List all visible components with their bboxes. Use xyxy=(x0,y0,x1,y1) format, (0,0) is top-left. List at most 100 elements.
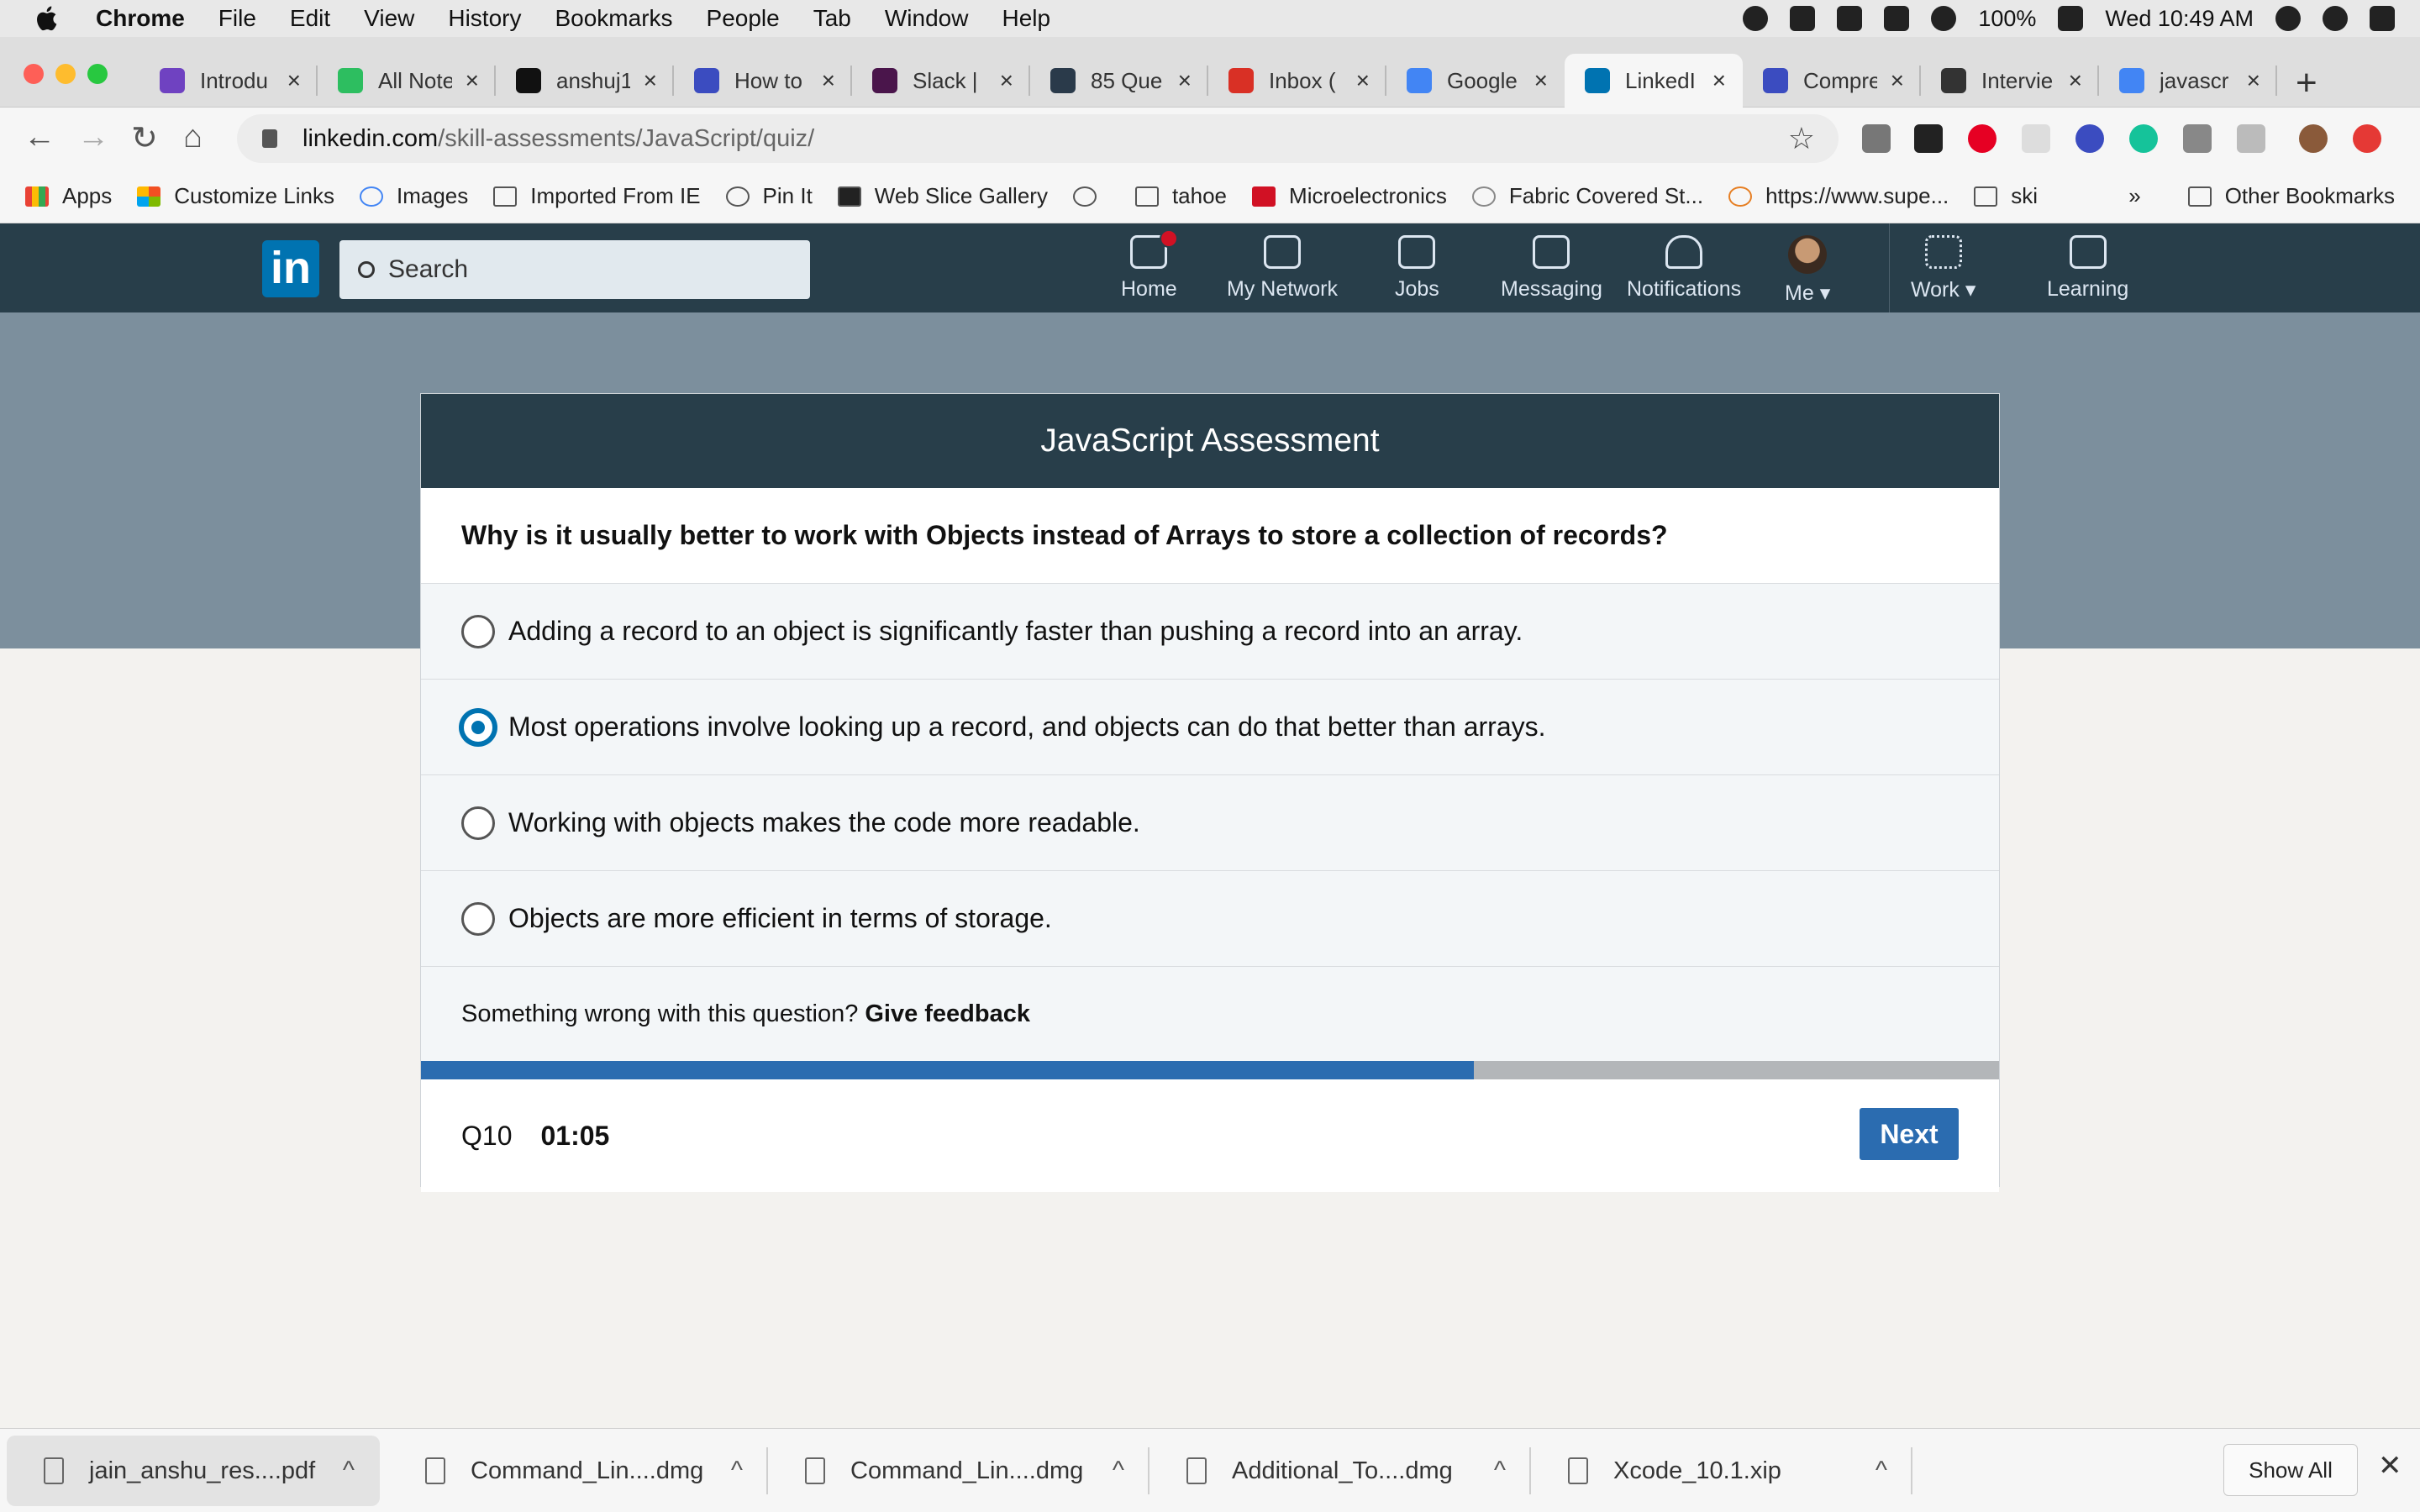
menu-tab[interactable]: Tab xyxy=(813,5,851,32)
home-button[interactable]: ⌂ xyxy=(183,119,203,155)
give-feedback-link[interactable]: Give feedback xyxy=(865,1000,1030,1028)
extension-block-icon[interactable] xyxy=(2075,124,2104,153)
browser-tab[interactable]: Introdu × xyxy=(139,54,318,108)
tab-close-icon[interactable]: × xyxy=(287,67,301,94)
tab-close-icon[interactable]: × xyxy=(1891,67,1904,94)
close-icon[interactable]: ✕ xyxy=(2378,1449,2402,1483)
chevron-up-icon[interactable]: ^ xyxy=(1494,1457,1506,1485)
bookmark-imported-from-ie[interactable]: Imported From IE xyxy=(493,183,701,209)
nav-notifications[interactable]: Notifications xyxy=(1627,235,1741,302)
bookmark-customize-links[interactable]: Customize Links xyxy=(137,183,334,209)
answer-option-3[interactable]: Working with objects makes the code more… xyxy=(421,775,1999,871)
radio-button-selected[interactable] xyxy=(461,710,495,744)
browser-tab[interactable]: Compre × xyxy=(1743,54,1921,108)
download-item[interactable]: Additional_To....dmg ^ xyxy=(1150,1436,1531,1506)
tab-close-icon[interactable]: × xyxy=(466,67,479,94)
bookmark-star-icon[interactable]: ☆ xyxy=(1788,121,1815,156)
bookmark-globe[interactable] xyxy=(1072,186,1110,207)
browser-tab[interactable]: Inbox (× xyxy=(1208,54,1386,108)
browser-tab[interactable]: 85 Que × xyxy=(1030,54,1208,108)
new-tab-button[interactable]: + xyxy=(2296,62,2317,104)
bi-icon[interactable] xyxy=(1837,6,1863,31)
radio-button[interactable] xyxy=(461,806,495,840)
nav-my-network[interactable]: My Network xyxy=(1227,235,1338,302)
bookmark-images[interactable]: Images xyxy=(360,183,468,209)
tab-close-icon[interactable]: × xyxy=(1712,67,1726,94)
next-button[interactable]: Next xyxy=(1860,1108,1959,1160)
update-alert-icon[interactable] xyxy=(2353,124,2381,153)
docker-icon[interactable] xyxy=(1790,6,1816,31)
extension-chart-icon[interactable] xyxy=(1862,124,1891,153)
tab-close-icon[interactable]: × xyxy=(1534,67,1548,94)
checkmark-status-icon[interactable] xyxy=(1743,6,1769,31)
answer-option-4[interactable]: Objects are more efficient in terms of s… xyxy=(421,871,1999,967)
answer-option-2[interactable]: Most operations involve looking up a rec… xyxy=(421,680,1999,775)
bookmark-pin-it[interactable]: Pin It xyxy=(725,183,813,209)
nav-me[interactable]: Me ▾ xyxy=(1785,235,1830,306)
browser-tab[interactable]: Intervie × xyxy=(1921,54,2099,108)
nav-home[interactable]: Home xyxy=(1121,229,1179,302)
notification-center-icon[interactable] xyxy=(2370,6,2395,31)
extension-gray-icon[interactable] xyxy=(2237,124,2265,153)
extension-blank-icon[interactable] xyxy=(2022,124,2050,153)
browser-tab[interactable]: All Note × xyxy=(318,54,496,108)
back-button[interactable]: ← xyxy=(24,119,55,155)
close-window-button[interactable] xyxy=(24,64,44,84)
menu-clock[interactable]: Wed 10:49 AM xyxy=(2105,6,2254,32)
bookmark-microelectronics[interactable]: Microelectronics xyxy=(1252,183,1447,209)
extension-buffer-icon[interactable] xyxy=(1914,124,1943,153)
menu-view[interactable]: View xyxy=(364,5,414,32)
maximize-window-button[interactable] xyxy=(87,64,108,84)
grammarly-icon[interactable] xyxy=(2129,124,2158,153)
menu-edit[interactable]: Edit xyxy=(290,5,330,32)
lock-icon[interactable] xyxy=(262,129,277,148)
menu-history[interactable]: History xyxy=(448,5,521,32)
radio-button[interactable] xyxy=(461,901,495,936)
bookmark-tahoe[interactable]: tahoe xyxy=(1134,183,1227,209)
forward-button[interactable]: → xyxy=(77,119,109,155)
menu-app-name[interactable]: Chrome xyxy=(96,5,185,32)
menu-bookmarks[interactable]: Bookmarks xyxy=(555,5,672,32)
bookmark-fabric-covered[interactable]: Fabric Covered St... xyxy=(1471,183,1703,209)
bookmark-apps[interactable]: Apps xyxy=(25,183,112,209)
tab-close-icon[interactable]: × xyxy=(2069,67,2082,94)
nav-work[interactable]: Work ▾ xyxy=(1911,235,1975,302)
browser-tab[interactable]: Google × xyxy=(1386,54,1565,108)
download-item[interactable]: Xcode_10.1.xip ^ xyxy=(1531,1436,1912,1506)
menu-people[interactable]: People xyxy=(707,5,780,32)
battery-icon[interactable] xyxy=(2058,6,2084,31)
browser-tab[interactable]: javascr × xyxy=(2099,54,2277,108)
profile-avatar[interactable] xyxy=(2299,124,2328,153)
bookmarks-overflow-button[interactable]: » xyxy=(2128,183,2140,209)
pinterest-icon[interactable] xyxy=(1968,124,1996,153)
browser-tab[interactable]: anshuj1 × xyxy=(496,54,674,108)
bookmark-ski[interactable]: ski xyxy=(1974,183,2038,209)
download-item[interactable]: jain_anshu_res....pdf ^ xyxy=(7,1436,380,1506)
tab-close-icon[interactable]: × xyxy=(822,67,835,94)
bookmark-supe[interactable]: https://www.supe... xyxy=(1728,183,1949,209)
wifi-icon[interactable] xyxy=(1931,6,1957,31)
browser-tab[interactable]: How to × xyxy=(674,54,852,108)
linkedin-logo[interactable]: in xyxy=(262,240,319,297)
siri-icon[interactable] xyxy=(2323,6,2348,31)
download-item[interactable]: Command_Lin....dmg ^ xyxy=(768,1436,1150,1506)
chevron-up-icon[interactable]: ^ xyxy=(1113,1457,1124,1485)
answer-option-1[interactable]: Adding a record to an object is signific… xyxy=(421,584,1999,680)
nav-learning[interactable]: Learning xyxy=(2047,235,2128,302)
nav-jobs[interactable]: Jobs xyxy=(1395,235,1439,302)
nav-messaging[interactable]: Messaging xyxy=(1501,235,1602,302)
menu-window[interactable]: Window xyxy=(885,5,969,32)
radio-button[interactable] xyxy=(461,614,495,648)
tab-close-icon[interactable]: × xyxy=(1356,67,1370,94)
tab-close-icon[interactable]: × xyxy=(2247,67,2260,94)
bookmark-web-slice-gallery[interactable]: Web Slice Gallery xyxy=(837,183,1048,209)
reload-button[interactable]: ↻ xyxy=(131,119,158,157)
download-item[interactable]: Command_Lin....dmg ^ xyxy=(388,1436,768,1506)
browser-tab[interactable]: Slack | × xyxy=(852,54,1030,108)
address-bar[interactable]: linkedin.com/skill-assessments/JavaScrip… xyxy=(237,114,1839,163)
spotlight-search-icon[interactable] xyxy=(2275,6,2301,31)
chevron-up-icon[interactable]: ^ xyxy=(1876,1457,1887,1485)
tab-close-icon[interactable]: × xyxy=(644,67,657,94)
bookmark-other[interactable]: Other Bookmarks xyxy=(2187,183,2395,209)
extension-stripes-icon[interactable] xyxy=(2183,124,2212,153)
